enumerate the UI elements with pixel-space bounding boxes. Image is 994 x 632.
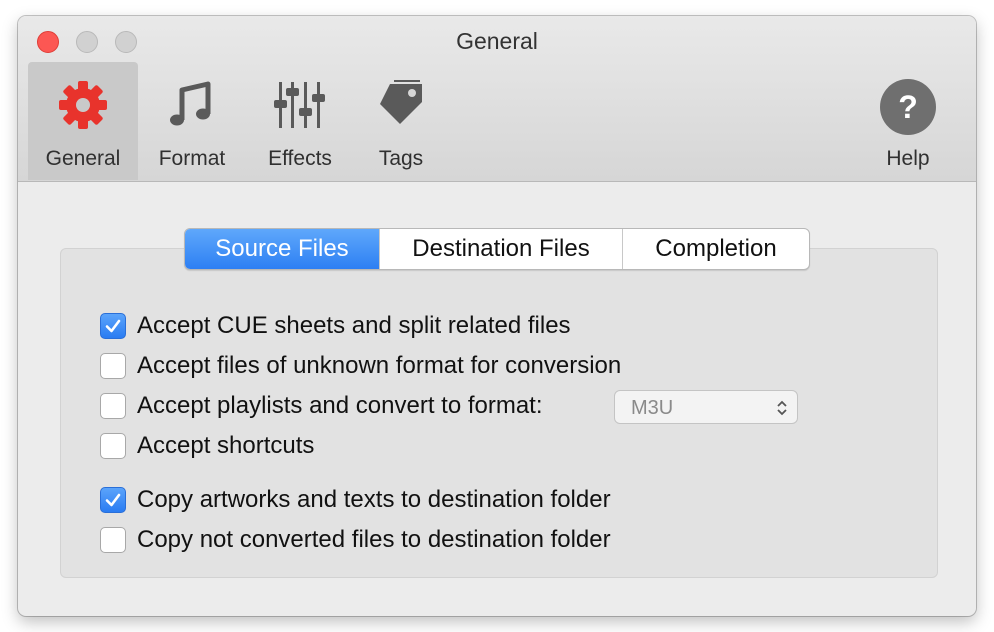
option-accept-shortcuts[interactable]: Accept shortcuts	[100, 431, 314, 461]
checkmark-icon	[105, 493, 121, 507]
option-accept-cue[interactable]: Accept CUE sheets and split related file…	[100, 311, 571, 341]
toolbar-item-general[interactable]: General	[28, 62, 138, 180]
checkbox[interactable]	[100, 353, 126, 379]
option-label: Accept shortcuts	[137, 432, 315, 459]
playlist-format-select[interactable]: M3U	[614, 390, 798, 424]
toolbar-item-label: General	[45, 147, 121, 170]
option-accept-playlists[interactable]: Accept playlists and convert to format:	[100, 391, 543, 421]
tab-destination-files[interactable]: Destination Files	[379, 229, 622, 269]
option-label: Copy artworks and texts to destination f…	[137, 486, 611, 513]
option-accept-unknown[interactable]: Accept files of unknown format for conve…	[100, 351, 621, 381]
tab-source-files[interactable]: Source Files	[185, 229, 379, 269]
toolbar-item-label: Tags	[378, 147, 424, 170]
checkbox[interactable]	[100, 393, 126, 419]
toolbar-item-label: Format	[158, 147, 226, 170]
option-label: Accept CUE sheets and split related file…	[137, 312, 571, 339]
toolbar-item-help[interactable]: ? Help	[870, 62, 946, 180]
checkbox[interactable]	[100, 433, 126, 459]
tab-bar: Source Files Destination Files Completio…	[184, 228, 810, 270]
option-copy-not-converted[interactable]: Copy not converted files to destination …	[100, 525, 611, 555]
gear-icon	[56, 78, 110, 137]
checkbox[interactable]	[100, 313, 126, 339]
tab-completion[interactable]: Completion	[622, 229, 809, 269]
toolbar-item-label: Effects	[268, 147, 332, 170]
option-label: Accept playlists and convert to format:	[137, 392, 543, 419]
checkbox[interactable]	[100, 527, 126, 553]
help-icon: ?	[879, 78, 937, 141]
svg-text:?: ?	[898, 89, 918, 125]
checkbox[interactable]	[100, 487, 126, 513]
toolbar-item-format[interactable]: Format	[144, 62, 240, 180]
toolbar-item-label: Help	[886, 147, 930, 170]
music-note-icon	[165, 78, 219, 137]
up-down-chevron-icon	[775, 398, 789, 423]
sliders-icon	[271, 78, 329, 137]
playlist-format-value: M3U	[631, 397, 674, 419]
preferences-window: General General Format Effects Tags ? He…	[18, 16, 976, 616]
toolbar-item-effects[interactable]: Effects	[248, 62, 352, 180]
title-bar: General General Format Effects Tags ? He…	[18, 16, 976, 182]
window-title: General	[456, 28, 538, 54]
option-copy-artworks[interactable]: Copy artworks and texts to destination f…	[100, 485, 611, 515]
checkmark-icon	[105, 319, 121, 333]
option-label: Copy not converted files to destination …	[137, 526, 611, 553]
toolbar-item-tags[interactable]: Tags	[358, 62, 444, 180]
tag-icon	[374, 78, 428, 137]
option-label: Accept files of unknown format for conve…	[137, 352, 622, 379]
